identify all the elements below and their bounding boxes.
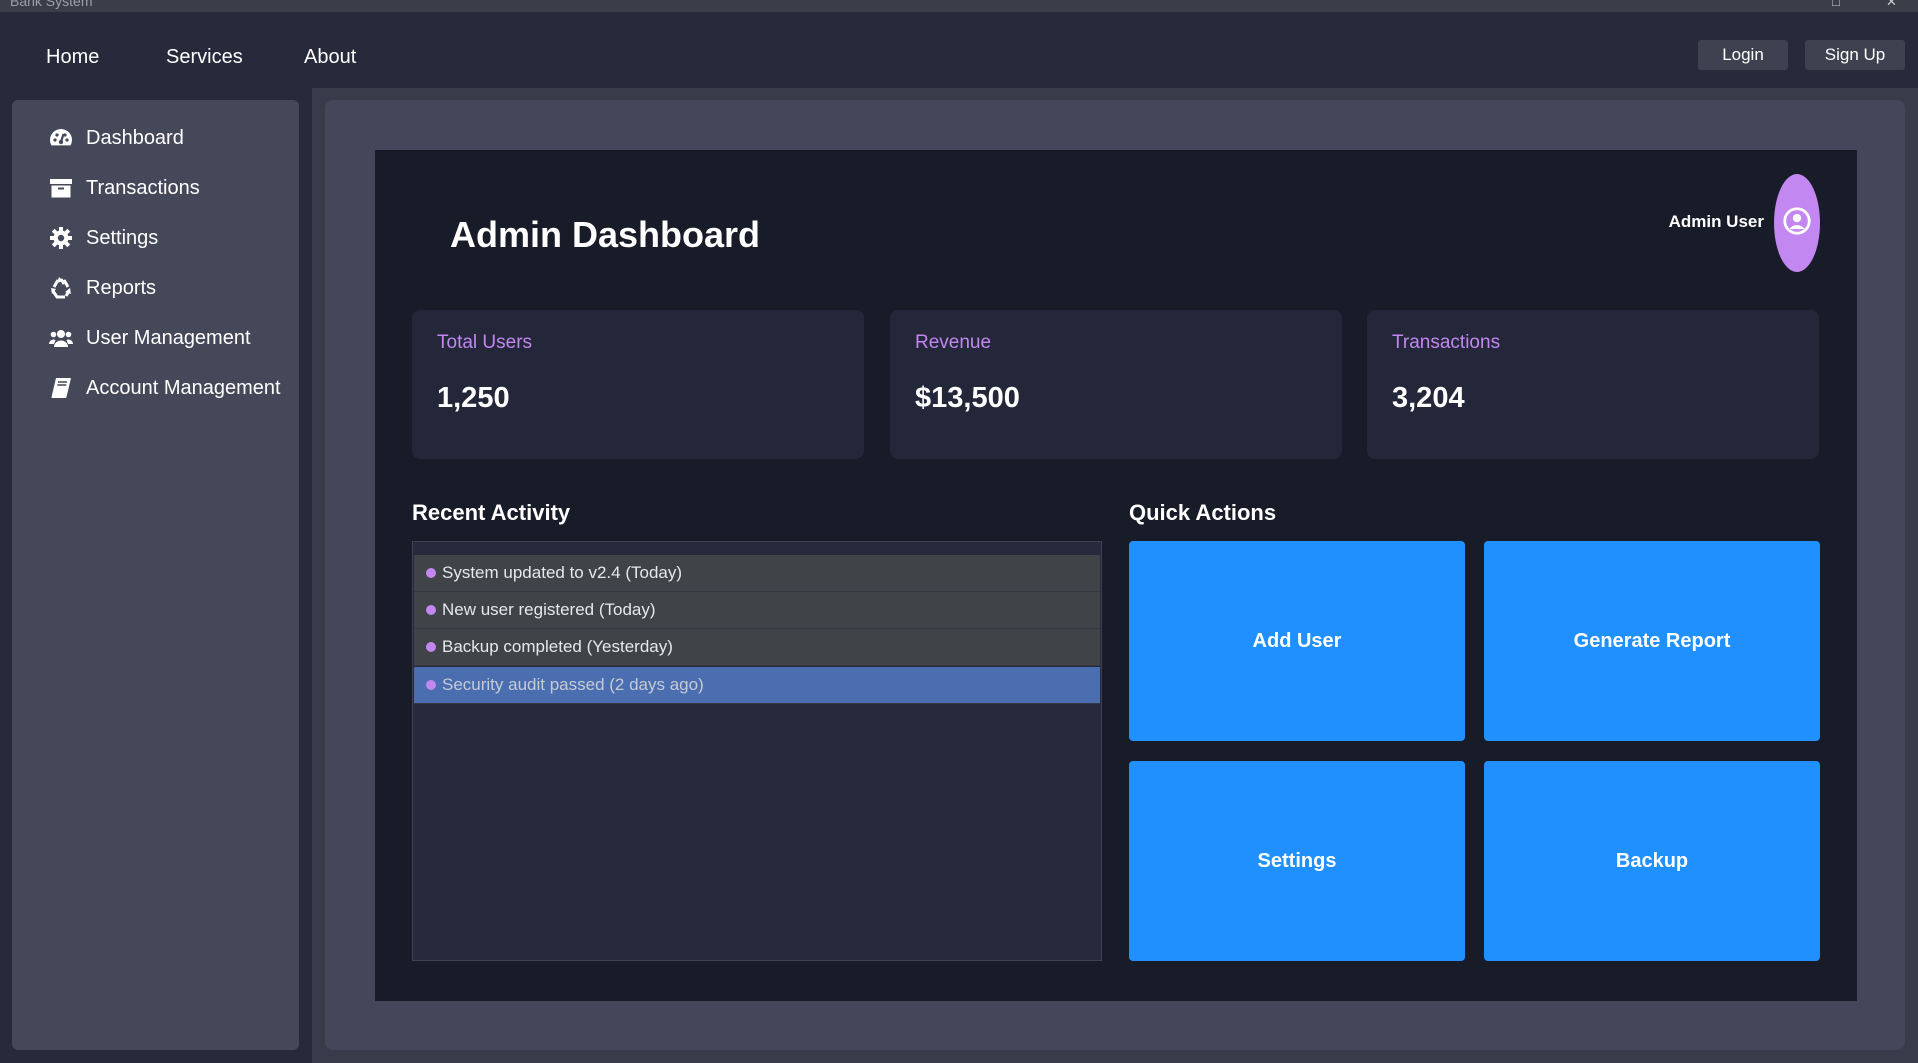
list-item-text: New user registered (Today)	[442, 600, 656, 619]
page-title: Admin Dashboard	[450, 214, 761, 255]
add-user-button[interactable]: Add User	[1129, 541, 1465, 741]
book-icon	[48, 375, 74, 401]
sidebar: Dashboard Transactions Settings Reports …	[12, 100, 299, 1050]
sidebar-item-label: Reports	[86, 276, 157, 299]
sidebar-item-reports[interactable]: Reports	[48, 270, 156, 306]
backup-button[interactable]: Backup	[1484, 761, 1820, 961]
users-icon	[48, 325, 74, 351]
bullet-icon	[426, 605, 436, 615]
maximize-icon[interactable]: □	[1832, 0, 1840, 9]
list-item[interactable]: New user registered (Today)	[414, 592, 1100, 629]
bullet-icon	[426, 568, 436, 578]
sidebar-item-account-management[interactable]: Account Management	[48, 370, 281, 406]
close-icon[interactable]: ✕	[1886, 0, 1897, 10]
list-item-text: Security audit passed (2 days ago)	[442, 675, 704, 694]
sidebar-item-user-management[interactable]: User Management	[48, 320, 251, 356]
sidebar-item-label: Account Management	[86, 376, 281, 399]
sidebar-item-settings[interactable]: Settings	[48, 220, 158, 256]
stat-label: Transactions	[1392, 332, 1501, 353]
dashboard-icon	[48, 125, 74, 151]
generate-report-button[interactable]: Generate Report	[1484, 541, 1820, 741]
sidebar-item-label: Dashboard	[86, 126, 184, 149]
settings-button[interactable]: Settings	[1129, 761, 1465, 961]
signup-button[interactable]: Sign Up	[1805, 40, 1905, 70]
list-item[interactable]: Backup completed (Yesterday)	[414, 629, 1100, 666]
sidebar-item-label: Transactions	[86, 176, 200, 199]
nav-services-link[interactable]: Services	[166, 46, 243, 69]
stat-value: $13,500	[915, 382, 1020, 414]
stat-card-revenue: Revenue $13,500	[890, 310, 1342, 459]
nav-home-link[interactable]: Home	[46, 46, 99, 69]
user-circle-icon	[1783, 206, 1811, 240]
list-item[interactable]: System updated to v2.4 (Today)	[414, 555, 1100, 592]
bullet-icon	[426, 680, 436, 690]
sidebar-item-label: Settings	[86, 226, 159, 249]
recent-activity-list[interactable]: System updated to v2.4 (Today) New user …	[412, 541, 1102, 961]
archive-icon	[48, 175, 74, 201]
window-title: Bank System	[10, 0, 93, 9]
nav-about-link[interactable]: About	[304, 46, 356, 69]
list-item-text: System updated to v2.4 (Today)	[442, 563, 683, 582]
sidebar-item-transactions[interactable]: Transactions	[48, 170, 200, 206]
bullet-icon	[426, 642, 436, 652]
sidebar-item-label: User Management	[86, 326, 251, 349]
window-titlebar: Bank System □ ✕	[0, 0, 1918, 12]
stat-label: Total Users	[437, 332, 533, 353]
recycle-icon	[48, 275, 74, 301]
top-navigation: Home Services About Login Sign Up	[0, 12, 1918, 78]
stat-value: 3,204	[1392, 382, 1465, 414]
sidebar-item-dashboard[interactable]: Dashboard	[48, 120, 184, 156]
quick-actions-title: Quick Actions	[1129, 500, 1277, 525]
stat-value: 1,250	[437, 382, 510, 414]
stat-label: Revenue	[915, 332, 992, 353]
list-item-selected[interactable]: Security audit passed (2 days ago)	[414, 667, 1100, 704]
stat-card-transactions: Transactions 3,204	[1367, 310, 1819, 459]
login-button[interactable]: Login	[1698, 40, 1788, 70]
stat-card-total-users: Total Users 1,250	[412, 310, 864, 459]
recent-activity-title: Recent Activity	[412, 500, 571, 525]
gear-icon	[48, 225, 74, 251]
avatar[interactable]	[1774, 174, 1820, 272]
list-item-text: Backup completed (Yesterday)	[442, 637, 673, 656]
user-name: Admin User	[1668, 212, 1764, 231]
